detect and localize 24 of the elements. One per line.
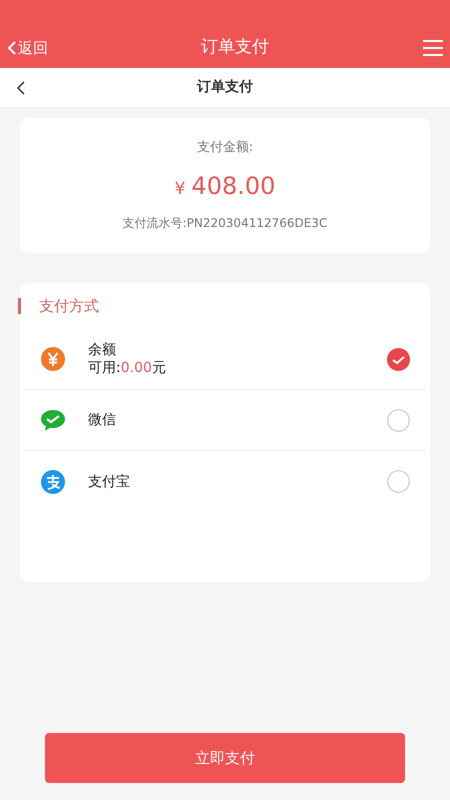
back-icon[interactable]: [16, 80, 26, 96]
serial-number: 支付流水号:PN220304112766DE3C: [122, 214, 328, 232]
amount-value: 408.00: [191, 170, 276, 202]
header-title: 订单支付: [201, 36, 269, 60]
page-title: 订单支付: [197, 78, 253, 97]
yen-coin-icon: [40, 346, 66, 372]
back-icon: [6, 40, 18, 56]
selected-radio-icon[interactable]: [387, 348, 410, 370]
section-title: 支付方式: [39, 296, 99, 317]
option-name: 微信: [88, 411, 117, 429]
currency-symbol: ¥: [174, 178, 186, 200]
chat-bubble-icon: [40, 407, 66, 433]
option-name: 余额: [88, 341, 117, 359]
radio-icon[interactable]: [387, 408, 410, 432]
payment-option[interactable]: 支付宝: [24, 451, 426, 512]
payment-option[interactable]: 微信: [24, 390, 426, 451]
amount-label: 支付金额:: [196, 139, 254, 157]
option-name: 支付宝: [88, 472, 131, 490]
available-balance: 可用:0.00元: [88, 359, 167, 377]
payment-logo-icon: [40, 468, 66, 494]
payment-option[interactable]: 余额 可用:0.00元: [24, 329, 426, 390]
radio-icon[interactable]: [387, 470, 410, 493]
section-marker: [18, 298, 21, 314]
menu-icon[interactable]: [422, 39, 444, 57]
